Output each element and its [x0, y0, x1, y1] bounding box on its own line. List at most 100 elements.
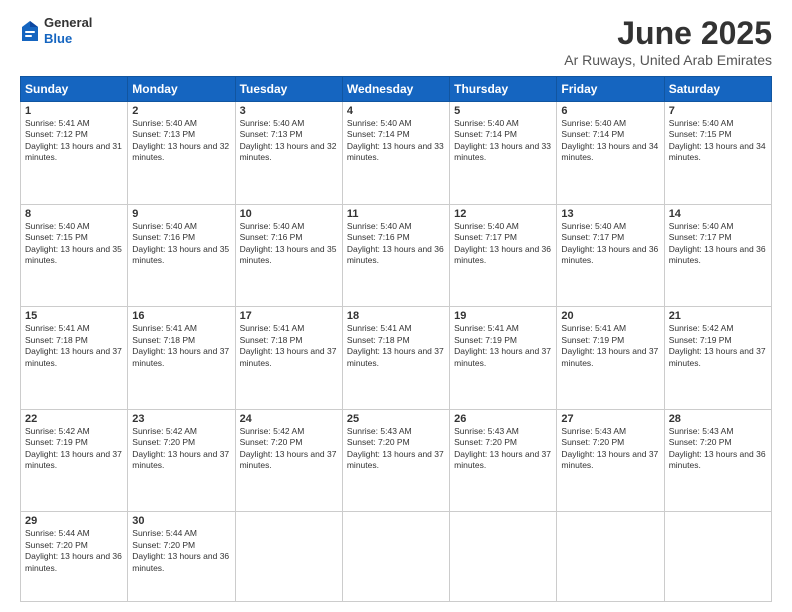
calendar-row: 1 Sunrise: 5:41 AM Sunset: 7:12 PM Dayli… [21, 102, 772, 205]
cell-info: Sunrise: 5:40 AM Sunset: 7:14 PM Dayligh… [561, 118, 659, 164]
cell-info: Sunrise: 5:41 AM Sunset: 7:19 PM Dayligh… [561, 323, 659, 369]
table-row [557, 512, 664, 602]
day-number: 2 [132, 105, 230, 117]
cell-info: Sunrise: 5:40 AM Sunset: 7:13 PM Dayligh… [240, 118, 338, 164]
header: General Blue June 2025 Ar Ruways, United… [20, 15, 772, 68]
cell-info: Sunrise: 5:43 AM Sunset: 7:20 PM Dayligh… [347, 426, 445, 472]
col-thursday: Thursday [450, 77, 557, 102]
cell-info: Sunrise: 5:41 AM Sunset: 7:18 PM Dayligh… [347, 323, 445, 369]
cell-info: Sunrise: 5:40 AM Sunset: 7:14 PM Dayligh… [347, 118, 445, 164]
cell-info: Sunrise: 5:41 AM Sunset: 7:12 PM Dayligh… [25, 118, 123, 164]
table-row: 4 Sunrise: 5:40 AM Sunset: 7:14 PM Dayli… [342, 102, 449, 205]
cell-info: Sunrise: 5:42 AM Sunset: 7:20 PM Dayligh… [240, 426, 338, 472]
day-number: 18 [347, 310, 445, 322]
table-row: 23 Sunrise: 5:42 AM Sunset: 7:20 PM Dayl… [128, 409, 235, 512]
table-row: 25 Sunrise: 5:43 AM Sunset: 7:20 PM Dayl… [342, 409, 449, 512]
logo-icon [20, 19, 40, 43]
table-row: 24 Sunrise: 5:42 AM Sunset: 7:20 PM Dayl… [235, 409, 342, 512]
calendar-row: 22 Sunrise: 5:42 AM Sunset: 7:19 PM Dayl… [21, 409, 772, 512]
day-number: 6 [561, 105, 659, 117]
table-row: 14 Sunrise: 5:40 AM Sunset: 7:17 PM Dayl… [664, 204, 771, 307]
day-number: 25 [347, 413, 445, 425]
day-number: 14 [669, 208, 767, 220]
day-number: 26 [454, 413, 552, 425]
cell-info: Sunrise: 5:40 AM Sunset: 7:15 PM Dayligh… [25, 221, 123, 267]
col-sunday: Sunday [21, 77, 128, 102]
cell-info: Sunrise: 5:41 AM Sunset: 7:18 PM Dayligh… [132, 323, 230, 369]
page: General Blue June 2025 Ar Ruways, United… [0, 0, 792, 612]
cell-info: Sunrise: 5:40 AM Sunset: 7:16 PM Dayligh… [132, 221, 230, 267]
col-friday: Friday [557, 77, 664, 102]
day-number: 15 [25, 310, 123, 322]
cell-info: Sunrise: 5:43 AM Sunset: 7:20 PM Dayligh… [561, 426, 659, 472]
table-row: 3 Sunrise: 5:40 AM Sunset: 7:13 PM Dayli… [235, 102, 342, 205]
table-row: 22 Sunrise: 5:42 AM Sunset: 7:19 PM Dayl… [21, 409, 128, 512]
day-number: 4 [347, 105, 445, 117]
table-row: 29 Sunrise: 5:44 AM Sunset: 7:20 PM Dayl… [21, 512, 128, 602]
cell-info: Sunrise: 5:44 AM Sunset: 7:20 PM Dayligh… [25, 528, 123, 574]
day-number: 28 [669, 413, 767, 425]
table-row: 5 Sunrise: 5:40 AM Sunset: 7:14 PM Dayli… [450, 102, 557, 205]
cell-info: Sunrise: 5:44 AM Sunset: 7:20 PM Dayligh… [132, 528, 230, 574]
table-row: 27 Sunrise: 5:43 AM Sunset: 7:20 PM Dayl… [557, 409, 664, 512]
table-row: 19 Sunrise: 5:41 AM Sunset: 7:19 PM Dayl… [450, 307, 557, 410]
table-row [450, 512, 557, 602]
day-number: 1 [25, 105, 123, 117]
day-number: 16 [132, 310, 230, 322]
cell-info: Sunrise: 5:41 AM Sunset: 7:19 PM Dayligh… [454, 323, 552, 369]
cell-info: Sunrise: 5:40 AM Sunset: 7:14 PM Dayligh… [454, 118, 552, 164]
col-monday: Monday [128, 77, 235, 102]
logo-text: General Blue [44, 15, 92, 46]
day-number: 8 [25, 208, 123, 220]
day-number: 9 [132, 208, 230, 220]
day-number: 24 [240, 413, 338, 425]
table-row: 30 Sunrise: 5:44 AM Sunset: 7:20 PM Dayl… [128, 512, 235, 602]
table-row: 7 Sunrise: 5:40 AM Sunset: 7:15 PM Dayli… [664, 102, 771, 205]
table-row: 2 Sunrise: 5:40 AM Sunset: 7:13 PM Dayli… [128, 102, 235, 205]
cell-info: Sunrise: 5:41 AM Sunset: 7:18 PM Dayligh… [25, 323, 123, 369]
day-number: 21 [669, 310, 767, 322]
table-row: 1 Sunrise: 5:41 AM Sunset: 7:12 PM Dayli… [21, 102, 128, 205]
calendar-row: 15 Sunrise: 5:41 AM Sunset: 7:18 PM Dayl… [21, 307, 772, 410]
day-number: 5 [454, 105, 552, 117]
table-row: 18 Sunrise: 5:41 AM Sunset: 7:18 PM Dayl… [342, 307, 449, 410]
logo: General Blue [20, 15, 92, 46]
cell-info: Sunrise: 5:40 AM Sunset: 7:17 PM Dayligh… [669, 221, 767, 267]
col-tuesday: Tuesday [235, 77, 342, 102]
calendar-row: 8 Sunrise: 5:40 AM Sunset: 7:15 PM Dayli… [21, 204, 772, 307]
cell-info: Sunrise: 5:40 AM Sunset: 7:13 PM Dayligh… [132, 118, 230, 164]
table-row: 12 Sunrise: 5:40 AM Sunset: 7:17 PM Dayl… [450, 204, 557, 307]
day-number: 11 [347, 208, 445, 220]
title-block: June 2025 Ar Ruways, United Arab Emirate… [564, 15, 772, 68]
table-row [235, 512, 342, 602]
day-number: 17 [240, 310, 338, 322]
table-row: 15 Sunrise: 5:41 AM Sunset: 7:18 PM Dayl… [21, 307, 128, 410]
table-row: 20 Sunrise: 5:41 AM Sunset: 7:19 PM Dayl… [557, 307, 664, 410]
day-number: 3 [240, 105, 338, 117]
table-row: 28 Sunrise: 5:43 AM Sunset: 7:20 PM Dayl… [664, 409, 771, 512]
cell-info: Sunrise: 5:40 AM Sunset: 7:17 PM Dayligh… [561, 221, 659, 267]
logo-blue-text: Blue [44, 31, 92, 47]
cell-info: Sunrise: 5:40 AM Sunset: 7:16 PM Dayligh… [347, 221, 445, 267]
cell-info: Sunrise: 5:42 AM Sunset: 7:19 PM Dayligh… [669, 323, 767, 369]
cell-info: Sunrise: 5:40 AM Sunset: 7:16 PM Dayligh… [240, 221, 338, 267]
cell-info: Sunrise: 5:40 AM Sunset: 7:17 PM Dayligh… [454, 221, 552, 267]
table-row: 11 Sunrise: 5:40 AM Sunset: 7:16 PM Dayl… [342, 204, 449, 307]
table-row: 8 Sunrise: 5:40 AM Sunset: 7:15 PM Dayli… [21, 204, 128, 307]
cell-info: Sunrise: 5:43 AM Sunset: 7:20 PM Dayligh… [669, 426, 767, 472]
table-row: 13 Sunrise: 5:40 AM Sunset: 7:17 PM Dayl… [557, 204, 664, 307]
table-row: 26 Sunrise: 5:43 AM Sunset: 7:20 PM Dayl… [450, 409, 557, 512]
cell-info: Sunrise: 5:43 AM Sunset: 7:20 PM Dayligh… [454, 426, 552, 472]
day-number: 10 [240, 208, 338, 220]
day-number: 19 [454, 310, 552, 322]
table-row: 21 Sunrise: 5:42 AM Sunset: 7:19 PM Dayl… [664, 307, 771, 410]
day-number: 29 [25, 515, 123, 527]
table-row [664, 512, 771, 602]
table-row: 9 Sunrise: 5:40 AM Sunset: 7:16 PM Dayli… [128, 204, 235, 307]
table-row: 6 Sunrise: 5:40 AM Sunset: 7:14 PM Dayli… [557, 102, 664, 205]
day-number: 12 [454, 208, 552, 220]
calendar-row: 29 Sunrise: 5:44 AM Sunset: 7:20 PM Dayl… [21, 512, 772, 602]
col-saturday: Saturday [664, 77, 771, 102]
col-wednesday: Wednesday [342, 77, 449, 102]
table-row: 17 Sunrise: 5:41 AM Sunset: 7:18 PM Dayl… [235, 307, 342, 410]
